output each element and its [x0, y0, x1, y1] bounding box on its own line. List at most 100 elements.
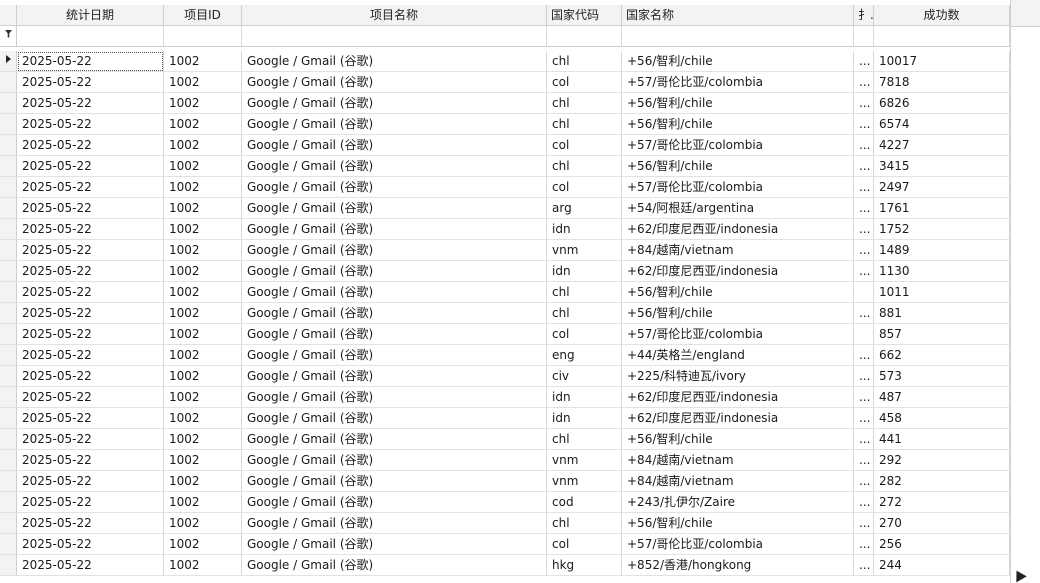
cell-success-count[interactable]: 458	[874, 408, 1010, 429]
column-header-project-name[interactable]: 项目名称	[242, 5, 547, 26]
cell-date[interactable]: 2025-05-22	[17, 450, 164, 471]
cell-project-name[interactable]: Google / Gmail (谷歌)	[242, 72, 547, 93]
cell-project-id[interactable]: 1002	[164, 471, 242, 492]
cell-extra[interactable]	[854, 282, 874, 303]
data-grid[interactable]: 统计日期 项目ID 项目名称 国家代码 国家名称 扌.. 成功数 2025-05…	[0, 0, 1040, 583]
table-row[interactable]: 2025-05-22 1002 Google / Gmail (谷歌) civ +225…	[0, 366, 1010, 387]
cell-country-name[interactable]: +44/英格兰/england	[622, 345, 854, 366]
cell-date[interactable]: 2025-05-22	[17, 240, 164, 261]
cell-date[interactable]: 2025-05-22	[17, 219, 164, 240]
cell-date[interactable]: 2025-05-22	[17, 555, 164, 576]
cell-project-name[interactable]: Google / Gmail (谷歌)	[242, 177, 547, 198]
cell-country-code[interactable]: vnm	[547, 240, 622, 261]
cell-country-code[interactable]: chl	[547, 429, 622, 450]
row-indicator[interactable]	[0, 345, 17, 366]
cell-project-name[interactable]: Google / Gmail (谷歌)	[242, 282, 547, 303]
row-indicator[interactable]	[0, 555, 17, 576]
cell-country-code[interactable]: arg	[547, 198, 622, 219]
cell-date[interactable]: 2025-05-22	[17, 114, 164, 135]
row-indicator[interactable]	[0, 408, 17, 429]
cell-project-id[interactable]: 1002	[164, 72, 242, 93]
cell-country-code[interactable]: chl	[547, 114, 622, 135]
cell-country-code[interactable]: col	[547, 534, 622, 555]
cell-country-code[interactable]: civ	[547, 366, 622, 387]
table-row[interactable]: 2025-05-22 1002 Google / Gmail (谷歌) col +57/…	[0, 135, 1010, 156]
cell-project-name[interactable]: Google / Gmail (谷歌)	[242, 408, 547, 429]
cell-country-name[interactable]: +62/印度尼西亚/indonesia	[622, 219, 854, 240]
row-indicator[interactable]	[0, 366, 17, 387]
cell-date[interactable]: 2025-05-22	[17, 408, 164, 429]
cell-extra[interactable]: ...	[854, 177, 874, 198]
row-indicator[interactable]	[0, 240, 17, 261]
cell-country-name[interactable]: +225/科特迪瓦/ivory	[622, 366, 854, 387]
cell-project-id[interactable]: 1002	[164, 198, 242, 219]
cell-extra[interactable]: ...	[854, 114, 874, 135]
cell-project-id[interactable]: 1002	[164, 261, 242, 282]
cell-success-count[interactable]: 244	[874, 555, 1010, 576]
cell-project-name[interactable]: Google / Gmail (谷歌)	[242, 51, 547, 72]
cell-country-name[interactable]: +243/扎伊尔/Zaire	[622, 492, 854, 513]
cell-project-name[interactable]: Google / Gmail (谷歌)	[242, 219, 547, 240]
table-row[interactable]: 2025-05-22 1002 Google / Gmail (谷歌) vnm +84/…	[0, 471, 1010, 492]
column-header-country-code[interactable]: 国家代码	[547, 5, 622, 26]
row-indicator[interactable]	[0, 513, 17, 534]
row-indicator[interactable]	[0, 282, 17, 303]
cell-project-name[interactable]: Google / Gmail (谷歌)	[242, 492, 547, 513]
cell-country-name[interactable]: +56/智利/chile	[622, 429, 854, 450]
cell-project-id[interactable]: 1002	[164, 177, 242, 198]
cell-success-count[interactable]: 292	[874, 450, 1010, 471]
row-indicator[interactable]	[0, 219, 17, 240]
cell-date[interactable]: 2025-05-22	[17, 345, 164, 366]
cell-extra[interactable]: ...	[854, 303, 874, 324]
cell-date[interactable]: 2025-05-22	[17, 72, 164, 93]
cell-project-name[interactable]: Google / Gmail (谷歌)	[242, 156, 547, 177]
cell-success-count[interactable]: 272	[874, 492, 1010, 513]
row-indicator[interactable]	[0, 450, 17, 471]
cell-project-name[interactable]: Google / Gmail (谷歌)	[242, 366, 547, 387]
cell-success-count[interactable]: 881	[874, 303, 1010, 324]
filter-cell-date[interactable]	[17, 26, 164, 47]
row-indicator[interactable]	[0, 303, 17, 324]
cell-project-id[interactable]: 1002	[164, 324, 242, 345]
table-row[interactable]: 2025-05-22 1002 Google / Gmail (谷歌) col +57/…	[0, 177, 1010, 198]
table-row[interactable]: 2025-05-22 1002 Google / Gmail (谷歌) vnm +84/…	[0, 450, 1010, 471]
cell-country-code[interactable]: chl	[547, 303, 622, 324]
cell-success-count[interactable]: 1130	[874, 261, 1010, 282]
cell-project-id[interactable]: 1002	[164, 345, 242, 366]
cell-success-count[interactable]: 256	[874, 534, 1010, 555]
cell-country-name[interactable]: +56/智利/chile	[622, 282, 854, 303]
cell-project-name[interactable]: Google / Gmail (谷歌)	[242, 345, 547, 366]
cell-success-count[interactable]: 1752	[874, 219, 1010, 240]
cell-country-code[interactable]: cod	[547, 492, 622, 513]
cell-project-id[interactable]: 1002	[164, 303, 242, 324]
table-row[interactable]: 2025-05-22 1002 Google / Gmail (谷歌) chl +56/…	[0, 114, 1010, 135]
cell-country-name[interactable]: +56/智利/chile	[622, 93, 854, 114]
cell-extra[interactable]: ...	[854, 513, 874, 534]
cell-country-name[interactable]: +62/印度尼西亚/indonesia	[622, 261, 854, 282]
row-indicator[interactable]	[0, 93, 17, 114]
cell-project-id[interactable]: 1002	[164, 408, 242, 429]
cell-date[interactable]: 2025-05-22	[17, 534, 164, 555]
cell-success-count[interactable]: 662	[874, 345, 1010, 366]
row-indicator[interactable]	[0, 72, 17, 93]
table-row[interactable]: 2025-05-22 1002 Google / Gmail (谷歌) chl +56/…	[0, 429, 1010, 450]
table-row[interactable]: 2025-05-22 1002 Google / Gmail (谷歌) chl +56/…	[0, 303, 1010, 324]
column-header-project-id[interactable]: 项目ID	[164, 5, 242, 26]
row-indicator[interactable]	[0, 324, 17, 345]
cell-success-count[interactable]: 573	[874, 366, 1010, 387]
cell-success-count[interactable]: 2497	[874, 177, 1010, 198]
cell-extra[interactable]: ...	[854, 366, 874, 387]
cell-date[interactable]: 2025-05-22	[17, 387, 164, 408]
cell-country-name[interactable]: +57/哥伦比亚/colombia	[622, 324, 854, 345]
table-row[interactable]: 2025-05-22 1002 Google / Gmail (谷歌) hkg +852…	[0, 555, 1010, 576]
table-row[interactable]: 2025-05-22 1002 Google / Gmail (谷歌) cod +243…	[0, 492, 1010, 513]
cell-country-code[interactable]: idn	[547, 261, 622, 282]
cell-project-name[interactable]: Google / Gmail (谷歌)	[242, 534, 547, 555]
cell-project-name[interactable]: Google / Gmail (谷歌)	[242, 387, 547, 408]
row-indicator[interactable]	[0, 429, 17, 450]
cell-project-id[interactable]: 1002	[164, 450, 242, 471]
cell-country-code[interactable]: chl	[547, 282, 622, 303]
row-indicator[interactable]	[0, 471, 17, 492]
row-indicator[interactable]	[0, 261, 17, 282]
column-header-extra[interactable]: 扌..	[854, 5, 874, 26]
